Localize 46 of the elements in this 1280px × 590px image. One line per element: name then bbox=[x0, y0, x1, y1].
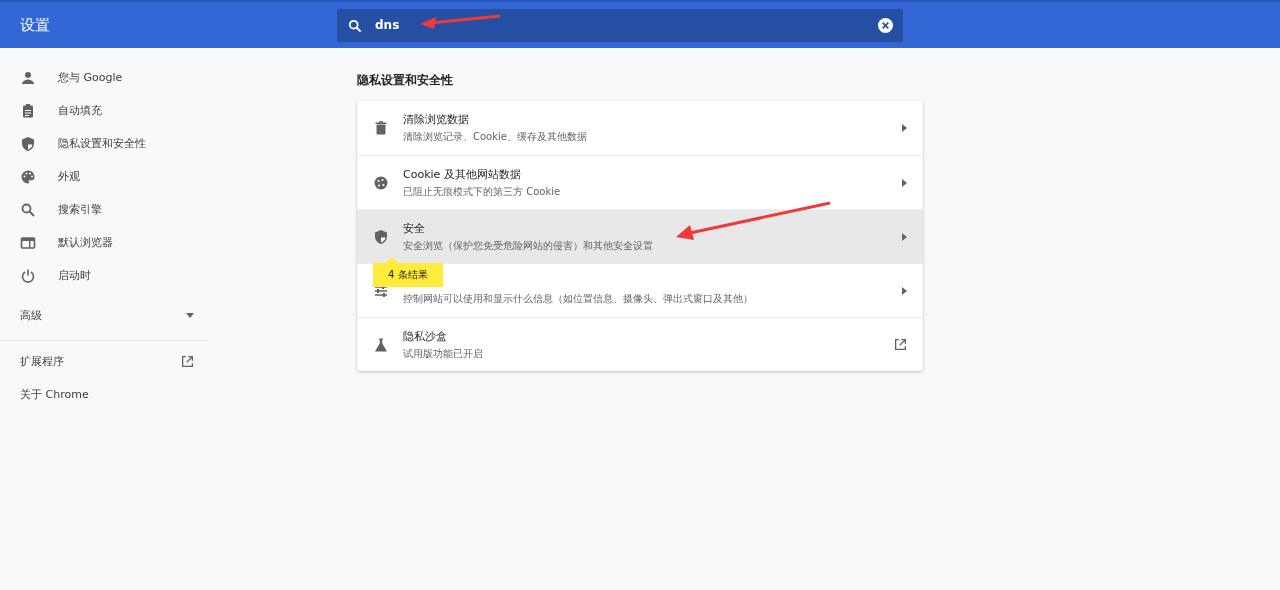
trash-icon bbox=[373, 120, 389, 136]
chevron-right-icon bbox=[902, 286, 907, 295]
flask-icon bbox=[373, 336, 389, 353]
row-title: 安全 bbox=[403, 220, 426, 236]
sidebar-item[interactable]: 您与 Google bbox=[0, 61, 208, 94]
sidebar-link[interactable]: 扩展程序 bbox=[0, 345, 208, 378]
row-subtitle: 控制网站可以使用和显示什么信息（如位置信息、摄像头、弹出式窗口及其他） bbox=[403, 291, 754, 306]
external-link-icon bbox=[181, 355, 194, 368]
row-title: 清除浏览数据 bbox=[403, 112, 470, 127]
chevron-right-icon bbox=[902, 232, 907, 241]
sidebar-item[interactable]: 自动填充 bbox=[0, 94, 208, 127]
cookie-icon bbox=[373, 174, 389, 191]
advanced-toggle[interactable]: 高级 bbox=[0, 299, 208, 332]
row-title: Cookie 及其他网站数据 bbox=[403, 166, 522, 182]
row-subtitle: 安全浏览（保护您免受危险网站的侵害）和其他安全设置 bbox=[403, 238, 654, 253]
sidebar-link[interactable]: 关于 Chrome bbox=[0, 378, 208, 411]
settings-row[interactable]: 清除浏览数据 清除浏览记录、Cookie、缓存及其他数据 bbox=[357, 101, 923, 155]
shield-icon bbox=[373, 228, 389, 245]
power-icon bbox=[20, 267, 36, 284]
search-icon bbox=[20, 201, 36, 218]
external-link-icon bbox=[894, 338, 907, 351]
browser-window-icon bbox=[20, 234, 36, 251]
clear-icon[interactable] bbox=[878, 17, 893, 33]
dropdown-caret-icon bbox=[186, 313, 194, 318]
palette-icon bbox=[20, 168, 36, 185]
sidebar-item[interactable]: 默认浏览器 bbox=[0, 226, 208, 259]
chevron-right-icon bbox=[902, 178, 907, 187]
settings-row[interactable]: 隐私沙盒 试用版功能已开启 bbox=[357, 317, 923, 371]
sidebar-item[interactable]: 搜索引擎 bbox=[0, 193, 208, 226]
row-title: 隐私沙盒 bbox=[403, 328, 448, 344]
row-subtitle: 已阻止无痕模式下的第三方 Cookie bbox=[403, 184, 562, 199]
tooltip-pointer-icon bbox=[386, 257, 398, 263]
shield-icon bbox=[20, 135, 36, 152]
search-icon bbox=[348, 18, 362, 33]
clipboard-icon bbox=[20, 102, 36, 119]
sidebar-item[interactable]: 启动时 bbox=[0, 259, 208, 292]
section-title: 隐私设置和安全性 bbox=[357, 72, 454, 89]
settings-row[interactable]: 安全 安全浏览（保护您免受危险网站的侵害）和其他安全设置 bbox=[357, 209, 923, 263]
person-icon bbox=[20, 69, 36, 86]
sidebar-item[interactable]: 外观 bbox=[0, 160, 208, 193]
page-title: 设置 bbox=[19, 15, 51, 35]
row-subtitle: 清除浏览记录、Cookie、缓存及其他数据 bbox=[403, 130, 588, 144]
row-subtitle: 试用版功能已开启 bbox=[403, 346, 484, 361]
search-field[interactable]: dns bbox=[337, 8, 903, 42]
chevron-right-icon bbox=[902, 124, 907, 132]
sidebar-item[interactable]: 隐私设置和安全性 bbox=[0, 127, 208, 160]
